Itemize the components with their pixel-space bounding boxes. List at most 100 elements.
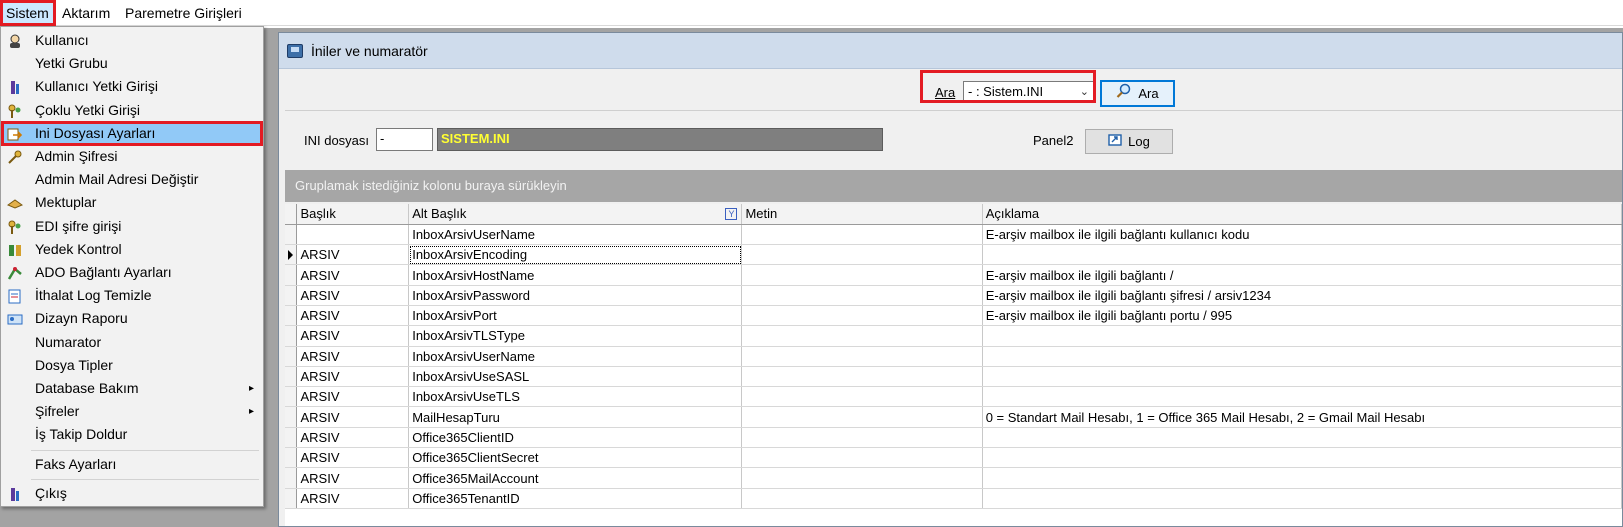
menu-item-16[interactable]: Database Bakım ▸: [2, 377, 262, 400]
cell-alt-baslik[interactable]: InboxArsivEncoding: [408, 244, 743, 266]
cell-baslik[interactable]: ARSIV: [296, 427, 410, 449]
cell-alt-baslik[interactable]: InboxArsivTLSType: [408, 325, 743, 347]
row-indicator[interactable]: [285, 285, 298, 306]
search-button[interactable]: Ara: [1100, 80, 1175, 107]
cell-baslik[interactable]: [296, 224, 410, 246]
table-row[interactable]: ARSIV InboxArsivTLSType: [285, 325, 1622, 347]
column-header-metin[interactable]: Metin: [741, 204, 983, 225]
cell-alt-baslik[interactable]: InboxArsivUserName: [408, 346, 743, 367]
cell-metin[interactable]: [741, 427, 983, 449]
group-by-panel[interactable]: Gruplamak istediğiniz kolonu buraya sürü…: [285, 170, 1622, 202]
cell-baslik[interactable]: ARSIV: [296, 305, 410, 327]
cell-baslik[interactable]: ARSIV: [296, 406, 410, 428]
current-row-indicator-icon[interactable]: [285, 244, 298, 266]
cell-aciklama[interactable]: E-arşiv mailbox ile ilgili bağlantı port…: [982, 305, 1622, 327]
table-row[interactable]: ARSIV InboxArsivUseSASL: [285, 366, 1622, 388]
menu-item-19[interactable]: Faks Ayarları: [2, 453, 262, 476]
cell-metin[interactable]: [741, 386, 983, 408]
cell-metin[interactable]: [741, 264, 983, 286]
cell-metin[interactable]: [741, 224, 983, 246]
table-row[interactable]: ARSIV MailHesapTuru 0 = Standart Mail Hesa…: [285, 406, 1622, 428]
cell-alt-baslik[interactable]: InboxArsivUserName: [408, 224, 743, 246]
ini-file-select[interactable]: - : Sistem.INI ⌄: [963, 81, 1094, 103]
menu-item-20[interactable]: Çıkış: [2, 482, 262, 505]
log-button[interactable]: Log: [1085, 129, 1173, 154]
table-row[interactable]: InboxArsivUserName E-arşiv mailbox ile il…: [285, 224, 1622, 246]
cell-baslik[interactable]: ARSIV: [296, 264, 410, 286]
cell-aciklama[interactable]: [982, 366, 1622, 388]
cell-metin[interactable]: [741, 285, 983, 306]
cell-metin[interactable]: [741, 488, 983, 509]
cell-aciklama[interactable]: [982, 325, 1622, 347]
menu-parametre-girisleri[interactable]: Paremetre Girişleri: [119, 0, 248, 26]
cell-aciklama[interactable]: [982, 386, 1622, 408]
cell-metin[interactable]: [741, 346, 983, 367]
row-indicator[interactable]: [285, 447, 298, 469]
table-row[interactable]: ARSIV InboxArsivPort E-arşiv mailbox ile i…: [285, 305, 1622, 327]
column-header-alt-baslik[interactable]: Alt Başlık Y: [408, 204, 743, 225]
menu-item-11[interactable]: ADO Bağlantı Ayarları: [2, 261, 262, 284]
chevron-down-icon[interactable]: ⌄: [1080, 82, 1089, 102]
table-row[interactable]: ARSIV InboxArsivEncoding: [285, 244, 1622, 266]
table-row[interactable]: ARSIV InboxArsivPassword E-arşiv mailbox i…: [285, 285, 1622, 306]
menu-aktarim[interactable]: Aktarım: [56, 0, 116, 26]
cell-aciklama[interactable]: [982, 447, 1622, 469]
row-indicator[interactable]: [285, 264, 298, 286]
filter-icon[interactable]: Y: [725, 208, 738, 221]
row-indicator[interactable]: [285, 366, 298, 388]
menu-item-15[interactable]: Dosya Tipler: [2, 354, 262, 377]
cell-aciklama[interactable]: [982, 467, 1622, 489]
menu-item-5[interactable]: Ini Dosyası Ayarları: [1, 120, 263, 146]
menu-item-1[interactable]: Kullanıcı: [2, 29, 262, 52]
menu-item-17[interactable]: Şifreler ▸: [2, 400, 262, 423]
cell-aciklama[interactable]: [982, 346, 1622, 367]
menu-sistem[interactable]: Sistem: [0, 0, 56, 26]
menu-item-12[interactable]: İthalat Log Temizle: [2, 284, 262, 307]
menu-item-13[interactable]: Dizayn Raporu: [2, 307, 262, 330]
cell-aciklama[interactable]: [982, 244, 1622, 266]
row-indicator[interactable]: [285, 346, 298, 367]
cell-metin[interactable]: [741, 244, 983, 266]
cell-metin[interactable]: [741, 325, 983, 347]
cell-alt-baslik[interactable]: Office365TenantID: [408, 488, 743, 509]
settings-grid[interactable]: Başlık Alt Başlık Y Metin Açıklama Inbox…: [285, 204, 1622, 526]
table-row[interactable]: ARSIV Office365TenantID: [285, 488, 1622, 509]
menu-item-14[interactable]: Numarator: [2, 331, 262, 354]
table-row[interactable]: ARSIV Office365ClientID: [285, 427, 1622, 449]
menu-item-18[interactable]: İş Takip Doldur: [2, 423, 262, 446]
cell-alt-baslik[interactable]: Office365ClientID: [408, 427, 743, 449]
row-indicator[interactable]: [285, 406, 298, 428]
table-row[interactable]: ARSIV InboxArsivUserName: [285, 346, 1622, 367]
cell-metin[interactable]: [741, 467, 983, 489]
cell-baslik[interactable]: ARSIV: [296, 325, 410, 347]
cell-baslik[interactable]: ARSIV: [296, 467, 410, 489]
cell-baslik[interactable]: ARSIV: [296, 285, 410, 306]
cell-alt-baslik[interactable]: Office365ClientSecret: [408, 447, 743, 469]
cell-alt-baslik[interactable]: InboxArsivPassword: [408, 285, 743, 306]
row-indicator[interactable]: [285, 325, 298, 347]
cell-baslik[interactable]: ARSIV: [296, 447, 410, 469]
menu-item-6[interactable]: Admin Şifresi: [2, 145, 262, 168]
cell-metin[interactable]: [741, 406, 983, 428]
cell-alt-baslik[interactable]: MailHesapTuru: [408, 406, 743, 428]
row-indicator[interactable]: [285, 386, 298, 408]
row-indicator[interactable]: [285, 467, 298, 489]
cell-metin[interactable]: [741, 305, 983, 327]
cell-aciklama[interactable]: [982, 427, 1622, 449]
menu-item-8[interactable]: Mektuplar: [2, 191, 262, 214]
cell-alt-baslik[interactable]: Office365MailAccount: [408, 467, 743, 489]
row-indicator[interactable]: [285, 305, 298, 327]
table-row[interactable]: ARSIV InboxArsivHostName E-arşiv mailbox i…: [285, 264, 1622, 286]
menu-item-9[interactable]: EDI şifre girişi: [2, 215, 262, 238]
row-indicator[interactable]: [285, 488, 298, 509]
table-row[interactable]: ARSIV Office365ClientSecret: [285, 447, 1622, 469]
row-indicator[interactable]: [285, 224, 298, 246]
row-indicator[interactable]: [285, 427, 298, 449]
column-header-baslik[interactable]: Başlık: [296, 204, 410, 225]
cell-alt-baslik[interactable]: InboxArsivHostName: [408, 264, 743, 286]
cell-metin[interactable]: [741, 447, 983, 469]
cell-aciklama[interactable]: E-arşiv mailbox ile ilgili bağlantı şifr…: [982, 285, 1622, 306]
cell-aciklama[interactable]: E-arşiv mailbox ile ilgili bağlantı kull…: [982, 224, 1622, 246]
cell-baslik[interactable]: ARSIV: [296, 346, 410, 367]
cell-alt-baslik[interactable]: InboxArsivUseSASL: [408, 366, 743, 388]
